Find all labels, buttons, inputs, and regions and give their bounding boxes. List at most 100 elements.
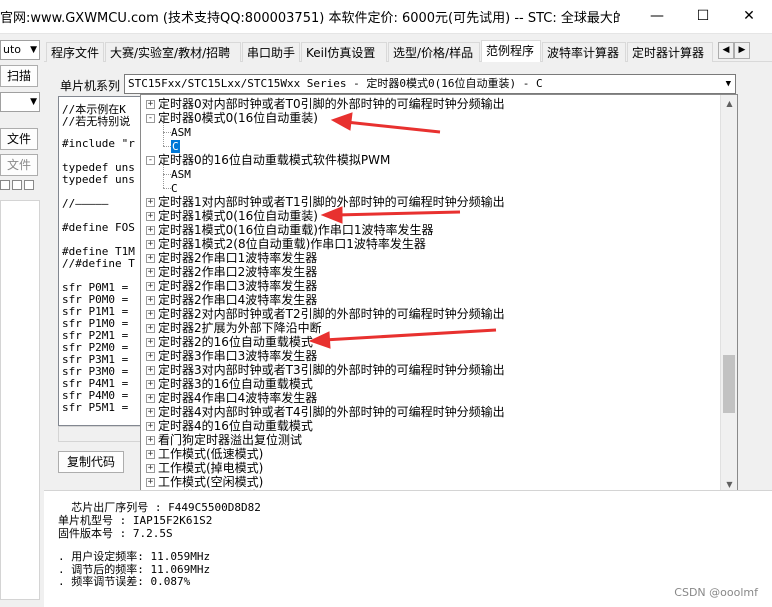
tree-node[interactable]: + 定时器2扩展为外部下降沿中断	[146, 321, 322, 335]
tree-node[interactable]: + 定时器1对内部时钟或者T1引脚的外部时钟的可编程时钟分频输出	[146, 195, 505, 209]
tree-leaf-label: C	[171, 140, 180, 153]
tree-node[interactable]: + 定时器4对内部时钟或者T4引脚的外部时钟的可编程时钟分频输出	[146, 405, 505, 419]
mcu-series-select[interactable]: STC15Fxx/STC15Lxx/STC15Wxx Series - 定时器0…	[124, 74, 736, 94]
copy-code-button[interactable]: 复制代码	[58, 451, 124, 473]
code-line: #define FOS	[62, 221, 135, 234]
tree-node[interactable]: + 工作模式(掉电模式)	[146, 461, 263, 475]
tree-node-label: 定时器0的16位自动重载模式软件模拟PWM	[158, 153, 391, 167]
scroll-thumb[interactable]	[723, 355, 735, 413]
tree-leaf-label: ASM	[171, 126, 191, 139]
chevron-down-icon: ▼	[30, 45, 37, 55]
expand-icon[interactable]: +	[146, 436, 155, 445]
tree-leaf[interactable]: ASM	[171, 167, 191, 181]
tree-connector	[163, 146, 171, 147]
tab-serial-assistant[interactable]: 串口助手	[242, 42, 300, 62]
chip-info-panel: 芯片出厂序列号 : F449C5500D8D82 单片机型号 : IAP15F2K…	[44, 490, 772, 607]
expand-icon[interactable]: +	[146, 100, 155, 109]
expand-icon[interactable]: +	[146, 226, 155, 235]
left-combo-2[interactable]: ▼	[0, 92, 40, 112]
close-button[interactable]: ✕	[726, 0, 772, 32]
tree-node[interactable]: - 定时器0的16位自动重载模式软件模拟PWM	[146, 153, 390, 167]
tree-node-label: 定时器2作串口3波特率发生器	[158, 279, 318, 293]
checkbox[interactable]	[24, 180, 34, 190]
maximize-button[interactable]: ☐	[680, 0, 726, 32]
tree-leaf[interactable]: C	[171, 181, 178, 195]
expand-icon[interactable]: +	[146, 352, 155, 361]
tree-node-label: 定时器0模式0(16位自动重装)	[158, 111, 318, 125]
expand-icon[interactable]: +	[146, 478, 155, 487]
tree-node[interactable]: + 工作模式(空闲模式)	[146, 475, 263, 489]
expand-icon[interactable]: +	[146, 240, 155, 249]
expand-icon[interactable]: +	[146, 268, 155, 277]
tree-leaf[interactable]: C	[171, 139, 180, 153]
open-file-button[interactable]: 文件	[0, 128, 38, 150]
tree-node[interactable]: + 定时器2对内部时钟或者T2引脚的外部时钟的可编程时钟分频输出	[146, 307, 505, 321]
tree-node[interactable]: + 定时器2的16位自动重载模式	[146, 335, 313, 349]
code-line: //#define T	[62, 257, 135, 270]
tree-node[interactable]: + 定时器0对内部时钟或者T0引脚的外部时钟的可编程时钟分频输出	[146, 97, 505, 111]
tree-node[interactable]: + 定时器1模式0(16位自动重装)	[146, 209, 318, 223]
title-bar: 官网:www.GXWMCU.com (技术支持QQ:800003751) 本软件…	[0, 0, 772, 34]
minimize-button[interactable]: —	[634, 0, 680, 32]
save-file-button[interactable]: 文件	[0, 154, 38, 176]
tree-node[interactable]: + 定时器2作串口2波特率发生器	[146, 265, 317, 279]
tree-node[interactable]: + 工作模式(低速模式)	[146, 447, 263, 461]
expand-icon[interactable]: +	[146, 422, 155, 431]
tree-node[interactable]: + 定时器4的16位自动重载模式	[146, 419, 313, 433]
expand-icon[interactable]: +	[146, 282, 155, 291]
tab-scroll-right-icon[interactable]: ▶	[734, 42, 750, 59]
collapse-icon[interactable]: -	[146, 156, 155, 165]
tree-connector	[163, 165, 164, 188]
tab-keil-settings[interactable]: Keil仿真设置	[301, 42, 387, 62]
tree-node[interactable]: + 定时器1模式0(16位自动重载)作串口1波特率发生器	[146, 223, 434, 237]
checkbox[interactable]	[12, 180, 22, 190]
code-hscrollbar[interactable]	[58, 426, 148, 442]
tree-node[interactable]: + 定时器2作串口4波特率发生器	[146, 293, 317, 307]
port-combo-value: uto	[3, 43, 22, 56]
left-checkboxes	[0, 180, 40, 194]
tree-node[interactable]: + 定时器1模式2(8位自动重载)作串口1波特率发生器	[146, 237, 426, 251]
tab-contest[interactable]: 大赛/实验室/教材/招聘	[105, 42, 241, 62]
tree-node[interactable]: + 定时器3的16位自动重载模式	[146, 377, 313, 391]
expand-icon[interactable]: +	[146, 464, 155, 473]
tree-node-label: 定时器4的16位自动重载模式	[158, 419, 313, 433]
tab-baud-calc[interactable]: 波特率计算器	[542, 42, 626, 62]
tree-vscrollbar[interactable]: ▲ ▼	[720, 95, 737, 493]
scroll-up-icon[interactable]: ▲	[721, 95, 737, 112]
tree-node[interactable]: - 定时器0模式0(16位自动重装)	[146, 111, 318, 125]
checkbox[interactable]	[0, 180, 10, 190]
info-line: 固件版本号 : 7.2.5S	[58, 527, 173, 540]
expand-icon[interactable]: +	[146, 324, 155, 333]
expand-icon[interactable]: +	[146, 408, 155, 417]
tab-scroll-left-icon[interactable]: ◀	[718, 42, 734, 59]
tab-examples[interactable]: 范例程序	[481, 40, 541, 62]
expand-icon[interactable]: +	[146, 338, 155, 347]
example-tree[interactable]: ▲ ▼ + 定时器0对内部时钟或者T0引脚的外部时钟的可编程时钟分频输出 - 定时器0…	[140, 94, 738, 494]
expand-icon[interactable]: +	[146, 394, 155, 403]
expand-icon[interactable]: +	[146, 254, 155, 263]
tree-node[interactable]: + 定时器2作串口1波特率发生器	[146, 251, 317, 265]
expand-icon[interactable]: +	[146, 198, 155, 207]
tree-leaf[interactable]: ASM	[171, 125, 191, 139]
expand-icon[interactable]: +	[146, 380, 155, 389]
tab-selection[interactable]: 选型/价格/样品	[388, 42, 480, 62]
scan-button[interactable]: 扫描	[0, 65, 38, 87]
port-combo[interactable]: uto ▼	[0, 40, 40, 60]
expand-icon[interactable]: +	[146, 296, 155, 305]
collapse-icon[interactable]: -	[146, 114, 155, 123]
tree-node[interactable]: + 定时器3对内部时钟或者T3引脚的外部时钟的可编程时钟分频输出	[146, 363, 505, 377]
tree-node-label: 定时器2对内部时钟或者T2引脚的外部时钟的可编程时钟分频输出	[158, 307, 505, 321]
code-view[interactable]: //本示例在K//若无特别说 #include "r typedef uns type…	[58, 96, 148, 426]
tree-node[interactable]: + 定时器3作串口3波特率发生器	[146, 349, 317, 363]
tab-timer-calc[interactable]: 定时器计算器	[627, 42, 713, 62]
tree-node-label: 定时器3对内部时钟或者T3引脚的外部时钟的可编程时钟分频输出	[158, 363, 505, 377]
tree-node-label: 工作模式(掉电模式)	[158, 461, 264, 475]
tab-program-file[interactable]: 程序文件	[46, 42, 104, 62]
expand-icon[interactable]: +	[146, 212, 155, 221]
tree-node[interactable]: + 看门狗定时器溢出复位测试	[146, 433, 302, 447]
tree-node[interactable]: + 定时器4作串口4波特率发生器	[146, 391, 317, 405]
expand-icon[interactable]: +	[146, 450, 155, 459]
expand-icon[interactable]: +	[146, 310, 155, 319]
expand-icon[interactable]: +	[146, 366, 155, 375]
tree-node[interactable]: + 定时器2作串口3波特率发生器	[146, 279, 317, 293]
